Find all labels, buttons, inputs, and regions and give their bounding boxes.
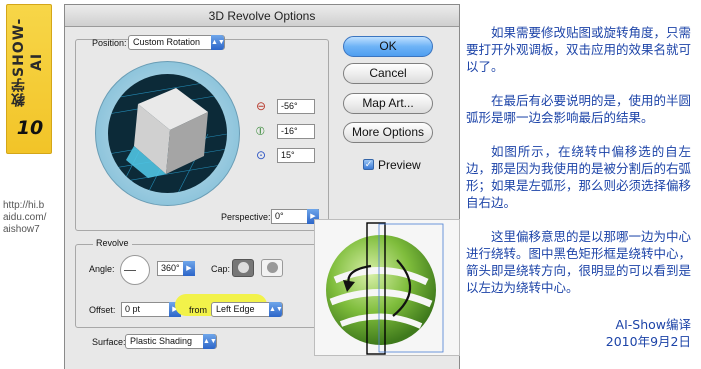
y-rotation-field[interactable]: -16° [277, 124, 315, 139]
revolve-section-label: Revolve [93, 238, 132, 248]
cancel-button[interactable]: Cancel [343, 63, 433, 84]
notes-panel: 如果需要修改贴图或旋转角度，只需要打开外观调板，双击应用的效果名就可以了。 在最… [466, 24, 691, 313]
from-label: from [189, 305, 207, 315]
dialog-title: 3D Revolve Options [65, 5, 459, 27]
offset-value: 0 pt [125, 304, 141, 314]
badge-title: 教学SHOW-AI [11, 17, 45, 107]
revolve-preview [314, 219, 460, 356]
x-rotation-field[interactable]: -56° [277, 99, 315, 114]
cube-icon [108, 78, 227, 193]
more-options-button[interactable]: More Options [343, 122, 433, 143]
url-line: aidu.com/ [3, 212, 47, 223]
cap-label: Cap: [211, 264, 231, 274]
y-axis-rotate-icon: ⦶ [256, 124, 265, 138]
angle-value: 360° [161, 263, 180, 273]
url-line: http://hi.b [3, 200, 45, 211]
from-select[interactable]: Left Edge ▲▼ [211, 302, 283, 317]
z-axis-rotate-icon: ⊙ [256, 148, 267, 162]
sphere-preview-icon [326, 222, 444, 355]
z-rotation-field[interactable]: 15° [277, 148, 315, 163]
notes-paragraph: 如果需要修改贴图或旋转角度，只需要打开外观调板，双击应用的效果名就可以了。 [466, 25, 692, 74]
angle-slider-icon[interactable]: ▶ [183, 261, 195, 276]
date: 2010年9月2日 [605, 334, 691, 349]
chevron-down-icon: ▲▼ [211, 35, 225, 50]
offset-field[interactable]: 0 pt ▶ [121, 302, 181, 317]
notes-paragraph: 这里偏移意思的是以那哪一边为中心进行绕转。图中黑色矩形框是绕转中心，箭头即是绕转… [466, 229, 692, 295]
left-strip: 教学SHOW-AI 10 http://hi.b aidu.com/ aisho… [0, 0, 62, 369]
surface-label: Surface: [92, 337, 126, 347]
perspective-field[interactable]: 0° ▶ [271, 209, 319, 224]
cap-off-icon [267, 262, 278, 273]
map-art-button[interactable]: Map Art... [343, 93, 433, 114]
notes-paragraph: 在最后有必要说明的是，使用的半圆弧形是哪一边会影响最后的结果。 [466, 93, 692, 125]
angle-field[interactable]: 360° ▶ [157, 261, 195, 276]
chevron-down-icon: ▲▼ [269, 302, 283, 317]
surface-value: Plastic Shading [130, 336, 193, 346]
preview-label: Preview [378, 158, 421, 172]
url-line: aishow7 [3, 224, 40, 235]
surface-select[interactable]: Plastic Shading ▲▼ [125, 334, 217, 349]
perspective-value: 0° [275, 211, 284, 221]
ok-button[interactable]: OK [343, 36, 433, 57]
tutorial-badge: 教学SHOW-AI 10 [6, 4, 52, 154]
notes-paragraph: 如图所示，在绕转中偏移选的自左边，那是因为我使用的是被分割后的右弧形；如果是左弧… [466, 144, 692, 210]
position-label: Position: [92, 38, 127, 48]
source-url: http://hi.b aidu.com/ aishow7 [3, 200, 63, 236]
chevron-down-icon: ▲▼ [203, 334, 217, 349]
preview-checkbox[interactable]: ✓ [363, 159, 374, 170]
badge-number: 10 [16, 117, 44, 139]
offset-label: Offset: [89, 305, 116, 315]
angle-dial[interactable] [120, 255, 150, 285]
trackball-view [108, 74, 227, 193]
x-axis-rotate-icon: ⊖ [256, 99, 267, 113]
position-select[interactable]: Custom Rotation ▲▼ [128, 35, 225, 50]
from-value: Left Edge [216, 304, 255, 314]
signature: AI-Show编译 [615, 317, 691, 332]
angle-label: Angle: [89, 264, 115, 274]
cap-off-button[interactable] [261, 259, 283, 277]
cap-on-button[interactable] [232, 259, 254, 277]
rotation-trackball[interactable] [95, 61, 240, 206]
angle-dial-needle [124, 270, 136, 271]
perspective-label: Perspective: [221, 212, 271, 222]
position-value: Custom Rotation [133, 37, 201, 47]
cap-on-icon [238, 262, 249, 273]
